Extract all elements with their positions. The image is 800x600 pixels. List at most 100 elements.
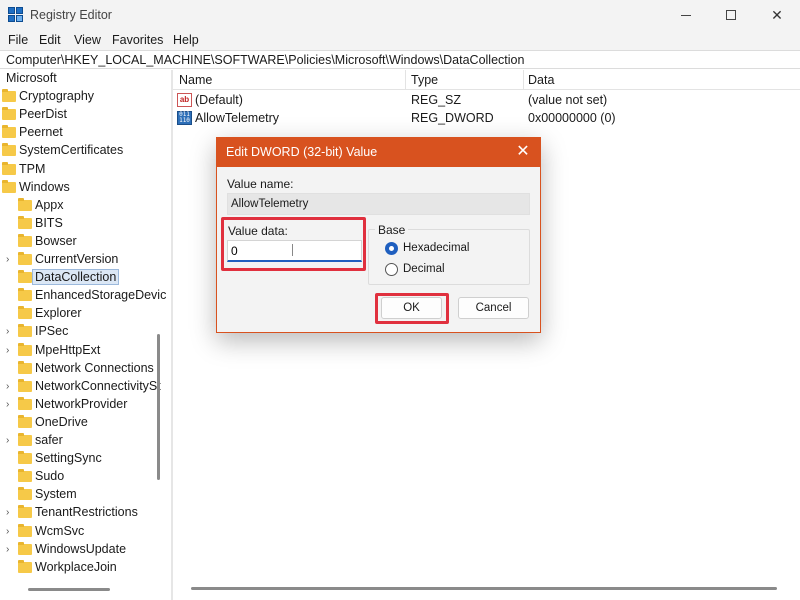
column-name[interactable]: Name (179, 73, 212, 87)
minimize-icon (681, 14, 691, 16)
value-type: REG_DWORD (411, 111, 494, 125)
folder-icon (18, 505, 32, 519)
tree-item[interactable]: › MpeHttpExt (0, 342, 166, 360)
tree-item[interactable]: TPM (0, 161, 166, 179)
tree-item[interactable]: System (0, 486, 166, 504)
tree-item[interactable]: BITS (0, 215, 166, 233)
menu-file[interactable]: File (8, 33, 28, 47)
folder-icon (18, 433, 32, 446)
tree-item[interactable]: › WcmSvc (0, 523, 166, 541)
tree-item[interactable]: EnhancedStorageDevic (0, 287, 166, 305)
folder-icon (18, 288, 32, 302)
folder-icon (2, 125, 16, 139)
folder-icon (18, 252, 32, 265)
value-type: REG_SZ (411, 93, 462, 107)
dialog-title: Edit DWORD (32-bit) Value (226, 145, 378, 159)
menu-view[interactable]: View (74, 33, 101, 47)
radio-unselected-icon[interactable] (385, 263, 398, 276)
tree-item[interactable]: › safer (0, 432, 166, 450)
chevron-right-icon[interactable]: › (6, 345, 14, 356)
value-data-input[interactable] (227, 240, 362, 262)
column-type[interactable]: Type (411, 73, 438, 87)
address-bar[interactable]: Computer\HKEY_LOCAL_MACHINE\SOFTWARE\Pol… (0, 50, 800, 69)
tree-item[interactable]: Appx (0, 197, 166, 215)
tree-item[interactable]: Microsoft (0, 70, 166, 88)
chevron-right-icon[interactable]: › (6, 508, 14, 518)
tree-vertical-scrollbar[interactable] (157, 334, 160, 480)
chevron-right-icon[interactable]: › (6, 544, 14, 555)
minimize-button[interactable] (663, 0, 709, 30)
tree-item[interactable]: Explorer (0, 305, 166, 323)
folder-icon (18, 233, 32, 247)
address-path: Computer\HKEY_LOCAL_MACHINE\SOFTWARE\Pol… (6, 53, 525, 67)
tree-item-label: Network Connections (35, 360, 154, 375)
folder-icon (18, 197, 32, 211)
dialog-close-button[interactable]: ✕ (513, 142, 533, 162)
window-title: Registry Editor (30, 8, 112, 22)
tree-item[interactable]: DataCollection (0, 269, 166, 287)
tree-item-label: Microsoft (6, 71, 57, 85)
folder-icon (18, 270, 32, 284)
tree-item[interactable]: Bowser (0, 233, 166, 251)
chevron-right-icon[interactable]: › (6, 381, 14, 392)
tree-item[interactable]: Peernet (0, 124, 166, 142)
tree-item[interactable]: › CurrentVersion (0, 251, 166, 269)
close-button[interactable]: ✕ (754, 0, 800, 30)
tree-item[interactable]: › IPSec (0, 323, 166, 341)
base-label: Base (375, 223, 409, 237)
folder-icon (18, 360, 32, 374)
folder-icon (18, 215, 32, 229)
tree-item[interactable]: Network Connections (0, 360, 166, 378)
tree-item-label: Sudo (35, 469, 65, 484)
chevron-right-icon[interactable]: › (6, 436, 14, 446)
tree-item[interactable]: SystemCertificates (0, 142, 166, 160)
tree-item-label: EnhancedStorageDevic (35, 288, 166, 303)
tree-item-label: SystemCertificates (19, 143, 124, 158)
column-data[interactable]: Data (528, 73, 554, 87)
tree-item-label: BITS (35, 215, 63, 230)
value-row-default[interactable]: ab (Default) REG_SZ (value not set) (173, 91, 800, 109)
tree-horizontal-scrollbar[interactable] (28, 588, 110, 591)
radio-selected-icon[interactable] (385, 242, 398, 255)
chevron-right-icon[interactable]: › (6, 327, 14, 337)
radio-hexadecimal[interactable]: Hexadecimal (385, 241, 525, 257)
radio-decimal-label: Decimal (403, 263, 445, 275)
tree-item[interactable]: › WindowsUpdate (0, 541, 166, 559)
ok-button[interactable]: OK (381, 297, 442, 319)
tree-item-label: Bowser (35, 233, 77, 248)
tree-item[interactable]: › NetworkProvider (0, 396, 166, 414)
folder-icon (18, 378, 32, 392)
tree-item-label: SettingSync (35, 451, 102, 466)
tree-item[interactable]: Sudo (0, 468, 166, 486)
chevron-right-icon[interactable]: › (6, 526, 14, 537)
menu-edit[interactable]: Edit (39, 33, 61, 47)
list-header: Name Type Data (173, 70, 800, 90)
tree-item[interactable]: PeerDist (0, 106, 166, 124)
list-horizontal-scrollbar[interactable] (191, 587, 777, 590)
maximize-button[interactable] (708, 0, 754, 30)
chevron-right-icon[interactable]: › (6, 255, 14, 265)
cancel-button[interactable]: Cancel (458, 297, 529, 319)
value-row-allowtelemetry[interactable]: 011 110 AllowTelemetry REG_DWORD 0x000000… (173, 109, 800, 127)
chevron-right-icon[interactable]: › (6, 399, 14, 410)
tree-item[interactable]: OneDrive (0, 414, 166, 432)
tree-item[interactable]: SettingSync (0, 450, 166, 468)
column-divider[interactable] (405, 70, 406, 90)
menu-bar: File Edit View Favorites Help (0, 30, 800, 50)
tree-item[interactable]: Cryptography (0, 88, 166, 106)
tree-item-label: safer (35, 433, 63, 447)
tree-item[interactable]: › NetworkConnectivitySt (0, 378, 166, 396)
string-value-icon: ab (177, 93, 192, 107)
key-tree: Microsoft Cryptography PeerDist Peernet Syst… (0, 70, 166, 592)
tree-item[interactable]: Windows (0, 179, 166, 197)
menu-favorites[interactable]: Favorites (112, 33, 163, 47)
tree-item-label: WindowsUpdate (35, 541, 127, 556)
value-data: 0x00000000 (0) (528, 111, 616, 125)
tree-item[interactable]: › TenantRestrictions (0, 504, 166, 522)
tree-item-label: Explorer (35, 306, 82, 321)
radio-decimal[interactable]: Decimal (385, 262, 525, 278)
column-divider[interactable] (523, 70, 524, 90)
tree-item[interactable]: WorkplaceJoin (0, 559, 166, 577)
menu-help[interactable]: Help (173, 33, 199, 47)
value-name-field: AllowTelemetry (227, 193, 530, 215)
